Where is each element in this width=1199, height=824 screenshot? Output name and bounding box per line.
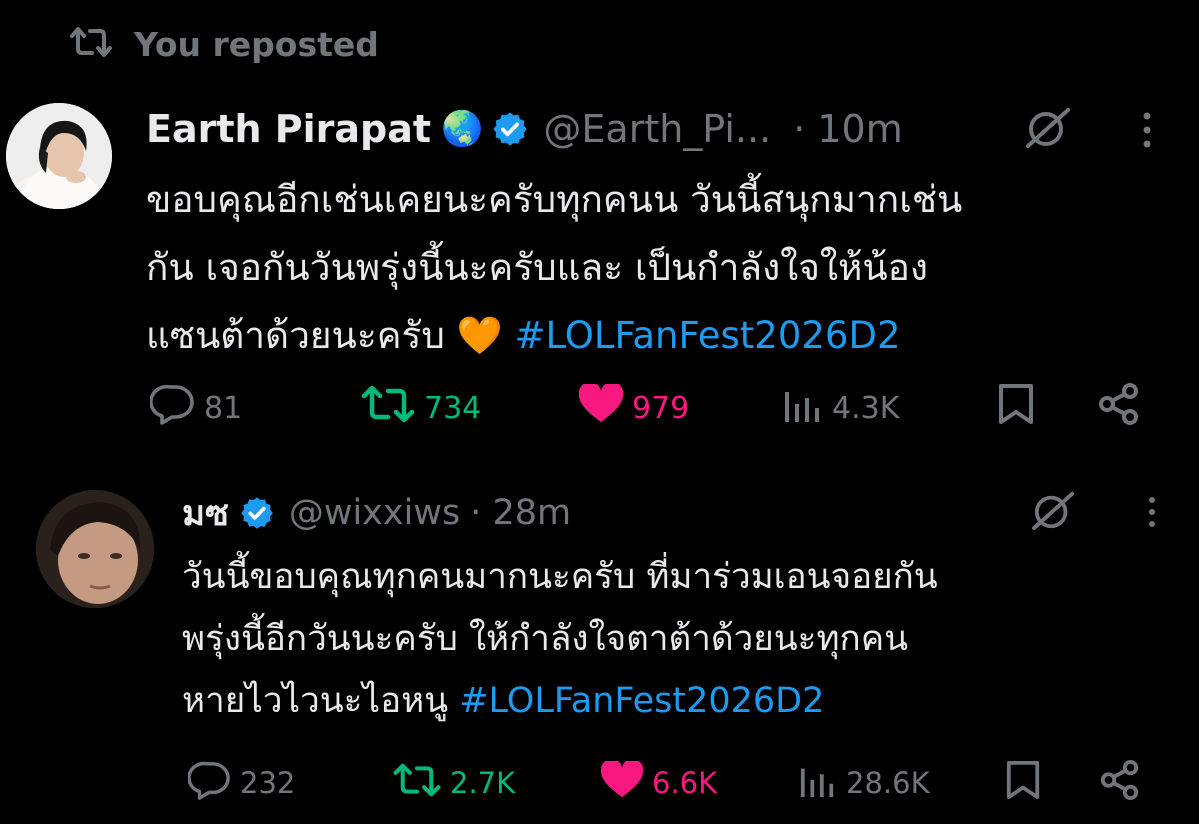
bookmark-icon <box>996 382 1036 434</box>
avatar[interactable] <box>6 103 112 209</box>
repost-count: 734 <box>424 390 482 426</box>
reply-button[interactable]: 232 <box>187 758 296 808</box>
author-name[interactable]: Earth Pirapat <box>146 107 431 151</box>
author-handle[interactable]: @wixxiws <box>289 493 460 533</box>
views-icon <box>782 384 824 432</box>
tweet-text-segment: หายไวไวนะไอหนู <box>182 681 460 721</box>
tweet-header: Earth Pirapat 🌏 @Earth_Pi... · 10m <box>146 104 903 154</box>
views-count: 4.3K <box>832 390 900 426</box>
bookmark-button[interactable] <box>996 383 1036 433</box>
like-icon <box>578 381 624 432</box>
tweet-text: ขอบคุณอีกเช่นเคยนะครับทุกคนน วันนี้สนุกม… <box>146 166 962 370</box>
tweet-header: มซ @wixxiws · 28m <box>182 490 571 536</box>
more-icon[interactable] <box>1140 110 1154 154</box>
orange-heart-emoji: 🧡 <box>456 314 503 357</box>
tweet-wixxiws[interactable]: มซ @wixxiws · 28m วันนี้ขอบคุณทุกคนมากนะ… <box>0 460 1199 824</box>
globe-emoji: 🌏 <box>441 109 484 149</box>
hashtag-link[interactable]: #LOLFanFest2026D2 <box>459 681 824 721</box>
share-button[interactable] <box>1098 758 1142 808</box>
tweet-text-segment: แซนต้าด้วยนะครับ <box>146 314 457 357</box>
bookmark-button[interactable] <box>1004 758 1042 808</box>
like-button[interactable]: 6.6K <box>600 758 717 808</box>
like-count: 6.6K <box>652 766 718 800</box>
like-count: 979 <box>632 390 690 426</box>
tweet-text-line: หายไวไวนะไอหนู #LOLFanFest2026D2 <box>182 670 938 732</box>
tweet-text-line: พรุ่งนี้อีกวันนะครับ ให้กำลังใจตาต้าด้วย… <box>182 619 909 659</box>
verified-badge-icon <box>239 495 275 531</box>
reply-count: 81 <box>204 390 243 426</box>
share-icon <box>1096 382 1142 434</box>
tweet-earth[interactable]: Earth Pirapat 🌏 @Earth_Pi... · 10m ขอบคุ… <box>0 0 1199 450</box>
repost-count: 2.7K <box>450 766 516 800</box>
bookmark-icon <box>1004 759 1042 808</box>
author-handle[interactable]: @Earth_Pi... <box>543 107 771 151</box>
author-name[interactable]: มซ <box>182 486 229 541</box>
grok-icon[interactable] <box>1022 106 1076 154</box>
hashtag-link[interactable]: #LOLFanFest2026D2 <box>514 314 900 357</box>
like-icon <box>600 758 644 806</box>
repost-button[interactable]: 2.7K <box>392 758 515 808</box>
views-button[interactable]: 4.3K <box>782 383 899 433</box>
views-button[interactable]: 28.6K <box>798 758 930 808</box>
more-icon[interactable] <box>1146 494 1158 534</box>
repost-button[interactable]: 734 <box>360 383 481 433</box>
views-count: 28.6K <box>846 766 930 800</box>
grok-icon[interactable] <box>1028 490 1080 536</box>
repost-icon <box>392 761 442 806</box>
action-bar: 232 2.7K 6.6K 28.6K <box>0 758 1199 808</box>
tweet-text-line: ขอบคุณอีกเช่นเคยนะครับทุกคนน วันนี้สนุกม… <box>146 178 963 221</box>
views-icon <box>798 761 838 806</box>
tweet-text: วันนี้ขอบคุณทุกคนมากนะครับ ที่มาร่วมเอนจ… <box>182 546 938 732</box>
tweet-time[interactable]: · 28m <box>470 493 571 533</box>
reply-icon <box>149 383 196 433</box>
tweet-time[interactable]: · 10m <box>793 107 903 151</box>
tweet-text-line: กัน เจอกันวันพรุ่งนี้นะครับและ เป็นกำลัง… <box>146 246 928 289</box>
repost-icon <box>360 384 416 432</box>
reply-count: 232 <box>240 766 296 800</box>
like-button[interactable]: 979 <box>578 381 690 433</box>
action-bar: 81 734 979 4.3K <box>0 381 1199 433</box>
avatar[interactable] <box>36 490 154 608</box>
reply-button[interactable]: 81 <box>149 383 243 433</box>
share-button[interactable] <box>1096 383 1142 433</box>
reply-icon <box>187 760 232 807</box>
tweet-text-line: วันนี้ขอบคุณทุกคนมากนะครับ ที่มาร่วมเอนจ… <box>182 557 938 597</box>
verified-badge-icon <box>491 110 529 148</box>
share-icon <box>1098 759 1142 808</box>
tweet-text-line: แซนต้าด้วยนะครับ 🧡 #LOLFanFest2026D2 <box>146 302 962 370</box>
